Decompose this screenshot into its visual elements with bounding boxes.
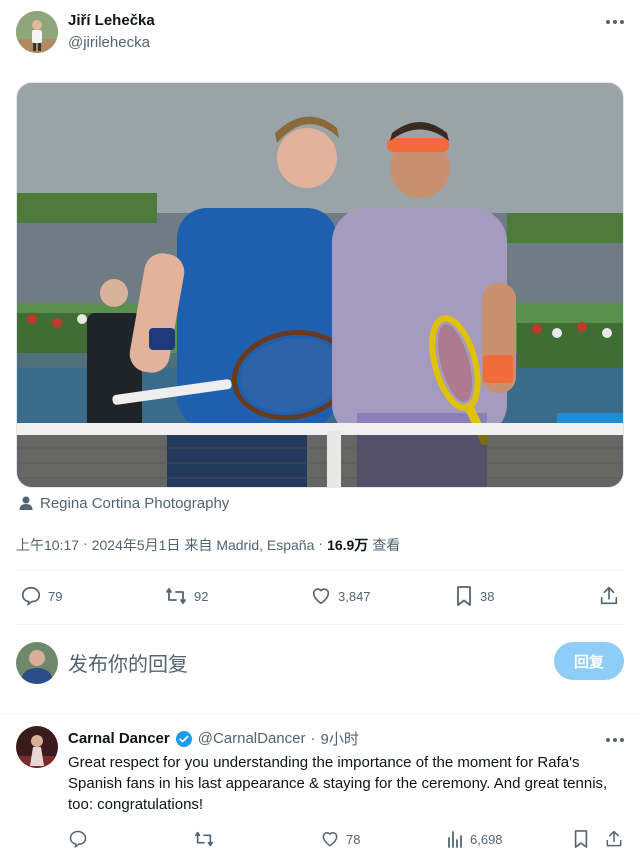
reply-button[interactable]: 回复	[554, 642, 624, 680]
retweet-icon	[193, 829, 215, 849]
author-name[interactable]: Jiří Lehečka	[68, 12, 155, 29]
reply-like-action[interactable]: 78	[320, 829, 360, 849]
reply-time[interactable]: 9小时	[321, 728, 359, 749]
tweet-date[interactable]: 2024年5月1日	[92, 535, 181, 555]
share-icon[interactable]	[598, 585, 620, 607]
like-action[interactable]: 3,847	[310, 585, 371, 607]
share-icon[interactable]	[604, 829, 624, 849]
retweet-action[interactable]: 92	[164, 585, 208, 607]
tweet-time[interactable]: 上午10:17	[16, 535, 79, 555]
verified-badge-icon	[175, 730, 193, 748]
bookmark-action[interactable]: 38	[454, 585, 494, 607]
author-avatar[interactable]	[16, 11, 58, 53]
meta-separator: ·	[318, 535, 324, 551]
reply-icon	[20, 585, 42, 607]
more-horizontal-icon[interactable]	[604, 12, 626, 32]
bookmark-count: 38	[480, 588, 495, 604]
view-count-label: 查看	[372, 537, 401, 553]
divider	[0, 713, 640, 714]
view-count: 16.9万	[327, 537, 369, 553]
author-handle[interactable]: @jirilehecka	[68, 34, 150, 51]
reply-reply-action[interactable]	[68, 829, 88, 849]
divider	[16, 624, 624, 625]
reply-input[interactable]: 发布你的回复	[68, 648, 188, 677]
heart-icon	[310, 585, 332, 607]
reply-header: Carnal Dancer @CarnalDancer · 9小时	[68, 728, 359, 749]
reply-retweet-action[interactable]	[193, 829, 215, 849]
user-avatar[interactable]	[16, 642, 58, 684]
more-horizontal-icon[interactable]	[604, 730, 626, 750]
heart-icon	[320, 829, 340, 849]
person-icon	[18, 495, 34, 511]
reply-views-action[interactable]: 6,698	[446, 829, 503, 849]
divider	[16, 570, 624, 571]
like-count: 3,847	[338, 588, 371, 604]
reply-view-count: 6,698	[470, 831, 503, 847]
tweet-meta: 上午10:17 · 2024年5月1日 来自 Madrid, España · …	[16, 535, 400, 555]
reply-text: Great respect for you understanding the …	[68, 754, 608, 813]
reply-author-name[interactable]: Carnal Dancer	[68, 730, 170, 747]
meta-separator: ·	[83, 535, 88, 551]
reply-count: 79	[48, 588, 63, 604]
retweet-count: 92	[194, 588, 209, 604]
reply-like-count: 78	[346, 831, 361, 847]
tweet-location: 来自 Madrid, España	[184, 537, 315, 553]
analytics-icon	[446, 829, 464, 849]
reply-author-avatar[interactable]	[16, 726, 58, 768]
bookmark-icon	[454, 585, 474, 607]
reply-separator: ·	[310, 730, 316, 747]
photo-credit[interactable]: Regina Cortina Photography	[40, 495, 229, 512]
reply-action[interactable]: 79	[20, 585, 62, 607]
reply-icon	[68, 829, 88, 849]
reply-author-handle[interactable]: @CarnalDancer	[198, 730, 306, 747]
retweet-icon	[164, 585, 188, 607]
tweet-photo[interactable]	[16, 82, 624, 488]
bookmark-icon[interactable]	[572, 829, 590, 849]
